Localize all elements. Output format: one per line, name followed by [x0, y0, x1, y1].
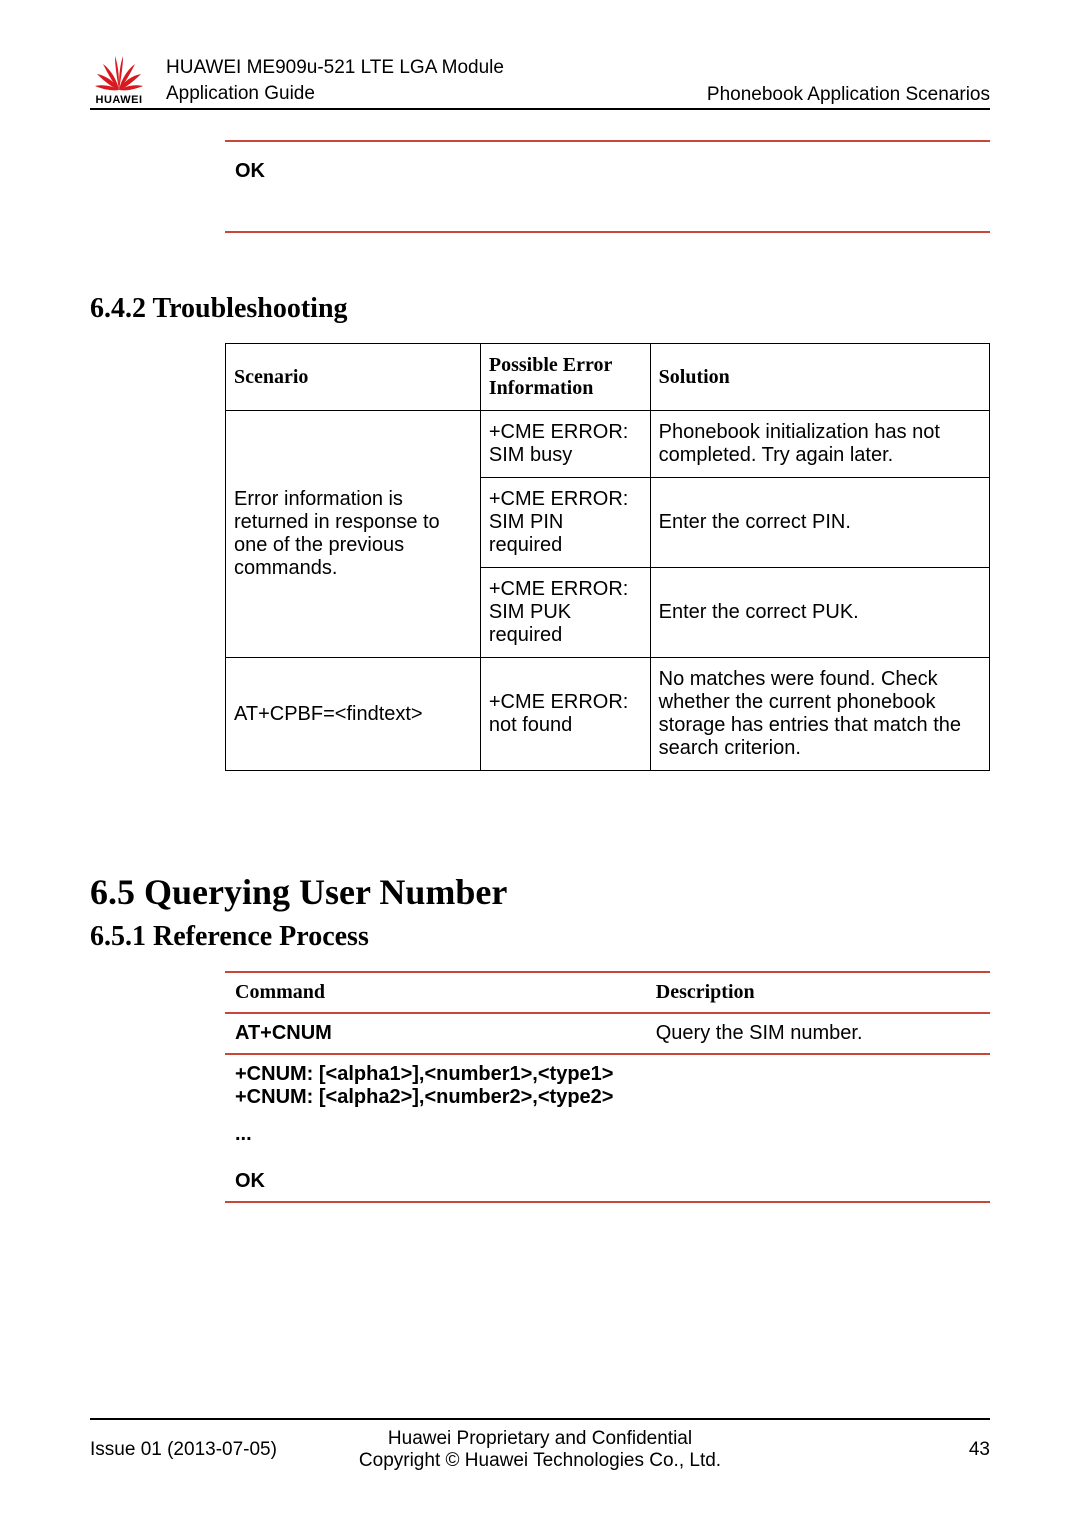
cell-scenario: AT+CPBF=<findtext>	[226, 658, 481, 771]
reference-process-table: Command Description AT+CNUM Query the SI…	[225, 971, 990, 1203]
cell-error: +CME ERROR: not found	[480, 658, 650, 771]
cell-description: Query the SIM number.	[646, 1013, 990, 1054]
divider	[225, 231, 990, 233]
page-header: HUAWEI HUAWEI ME909u-521 LTE LGA Module …	[90, 55, 990, 110]
huawei-logo: HUAWEI	[90, 56, 148, 106]
doc-title-line1: HUAWEI ME909u-521 LTE LGA Module	[166, 55, 707, 81]
heading-6-4-2: 6.4.2 Troubleshooting	[90, 293, 990, 325]
cell-solution: No matches were found. Check whether the…	[650, 658, 989, 771]
table-header-row: Scenario Possible Error Information Solu…	[226, 344, 990, 411]
cell-error: +CME ERROR: SIM PIN required	[480, 478, 650, 568]
cell-error: +CME ERROR: SIM PUK required	[480, 568, 650, 658]
cell-command: AT+CNUM	[225, 1013, 646, 1054]
table-row: +CNUM: [<alpha1>],<number1>,<type1> +CNU…	[225, 1054, 990, 1202]
table-row: Error information is returned in respons…	[226, 411, 990, 478]
response-line: ...	[235, 1123, 980, 1146]
response-ok: OK	[235, 1170, 980, 1193]
table-row: AT+CNUM Query the SIM number.	[225, 1013, 990, 1054]
ok-block: OK	[225, 140, 990, 233]
logo-text: HUAWEI	[96, 94, 143, 106]
response-line: +CNUM: [<alpha2>],<number2>,<type2>	[235, 1086, 980, 1109]
cell-solution: Enter the correct PUK.	[650, 568, 989, 658]
th-command: Command	[225, 972, 646, 1013]
ok-label: OK	[225, 142, 990, 201]
th-description: Description	[646, 972, 990, 1013]
header-section-name: Phonebook Application Scenarios	[707, 84, 990, 106]
th-solution: Solution	[650, 344, 989, 411]
cell-solution: Enter the correct PIN.	[650, 478, 989, 568]
table-row: AT+CPBF=<findtext> +CME ERROR: not found…	[226, 658, 990, 771]
footer-center: Huawei Proprietary and Confidential Copy…	[290, 1428, 790, 1472]
page-footer: Issue 01 (2013-07-05) Huawei Proprietary…	[90, 1418, 990, 1472]
th-scenario: Scenario	[226, 344, 481, 411]
footer-issue: Issue 01 (2013-07-05)	[90, 1439, 290, 1461]
table-header-row: Command Description	[225, 972, 990, 1013]
th-error: Possible Error Information	[480, 344, 650, 411]
cell-error: +CME ERROR: SIM busy	[480, 411, 650, 478]
heading-6-5-1: 6.5.1 Reference Process	[90, 921, 990, 953]
footer-proprietary: Huawei Proprietary and Confidential	[290, 1428, 790, 1450]
cell-response: +CNUM: [<alpha1>],<number1>,<type1> +CNU…	[225, 1054, 990, 1202]
response-line: +CNUM: [<alpha1>],<number1>,<type1>	[235, 1063, 980, 1086]
footer-copyright: Copyright © Huawei Technologies Co., Ltd…	[290, 1450, 790, 1472]
doc-title-line2: Application Guide	[166, 81, 707, 107]
troubleshooting-table: Scenario Possible Error Information Solu…	[225, 343, 990, 771]
cell-scenario: Error information is returned in respons…	[226, 411, 481, 658]
header-titles: HUAWEI ME909u-521 LTE LGA Module Applica…	[166, 55, 707, 106]
footer-page-number: 43	[790, 1439, 990, 1461]
heading-6-5: 6.5 Querying User Number	[90, 871, 990, 913]
cell-solution: Phonebook initialization has not complet…	[650, 411, 989, 478]
